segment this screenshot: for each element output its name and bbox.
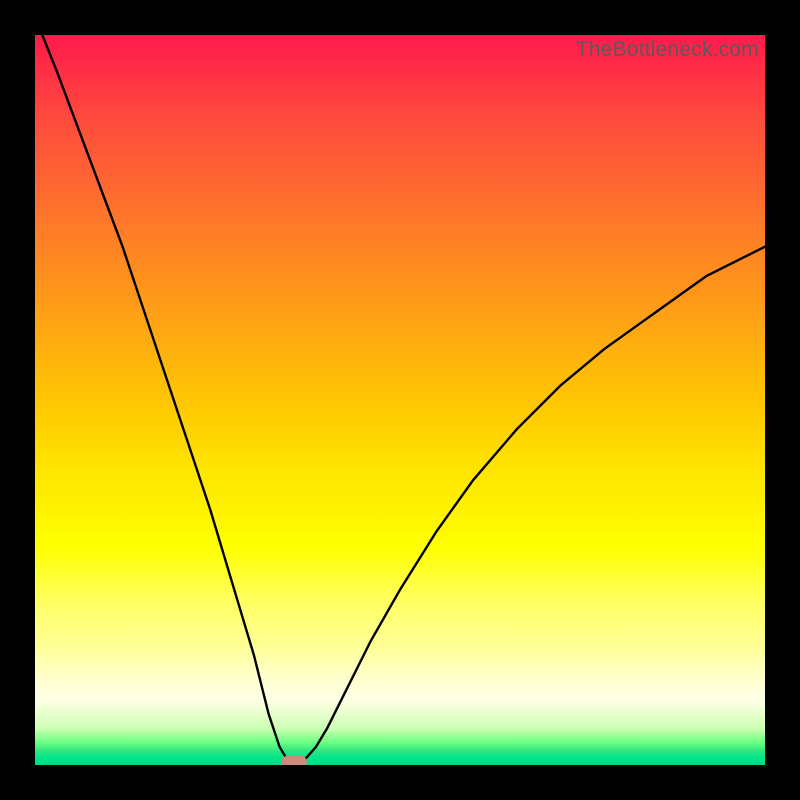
plot-area: TheBottleneck.com (35, 35, 765, 765)
bottleneck-curve (35, 35, 765, 765)
optimal-point-marker (281, 756, 307, 765)
chart-frame: TheBottleneck.com (0, 0, 800, 800)
watermark-label: TheBottleneck.com (576, 38, 759, 62)
